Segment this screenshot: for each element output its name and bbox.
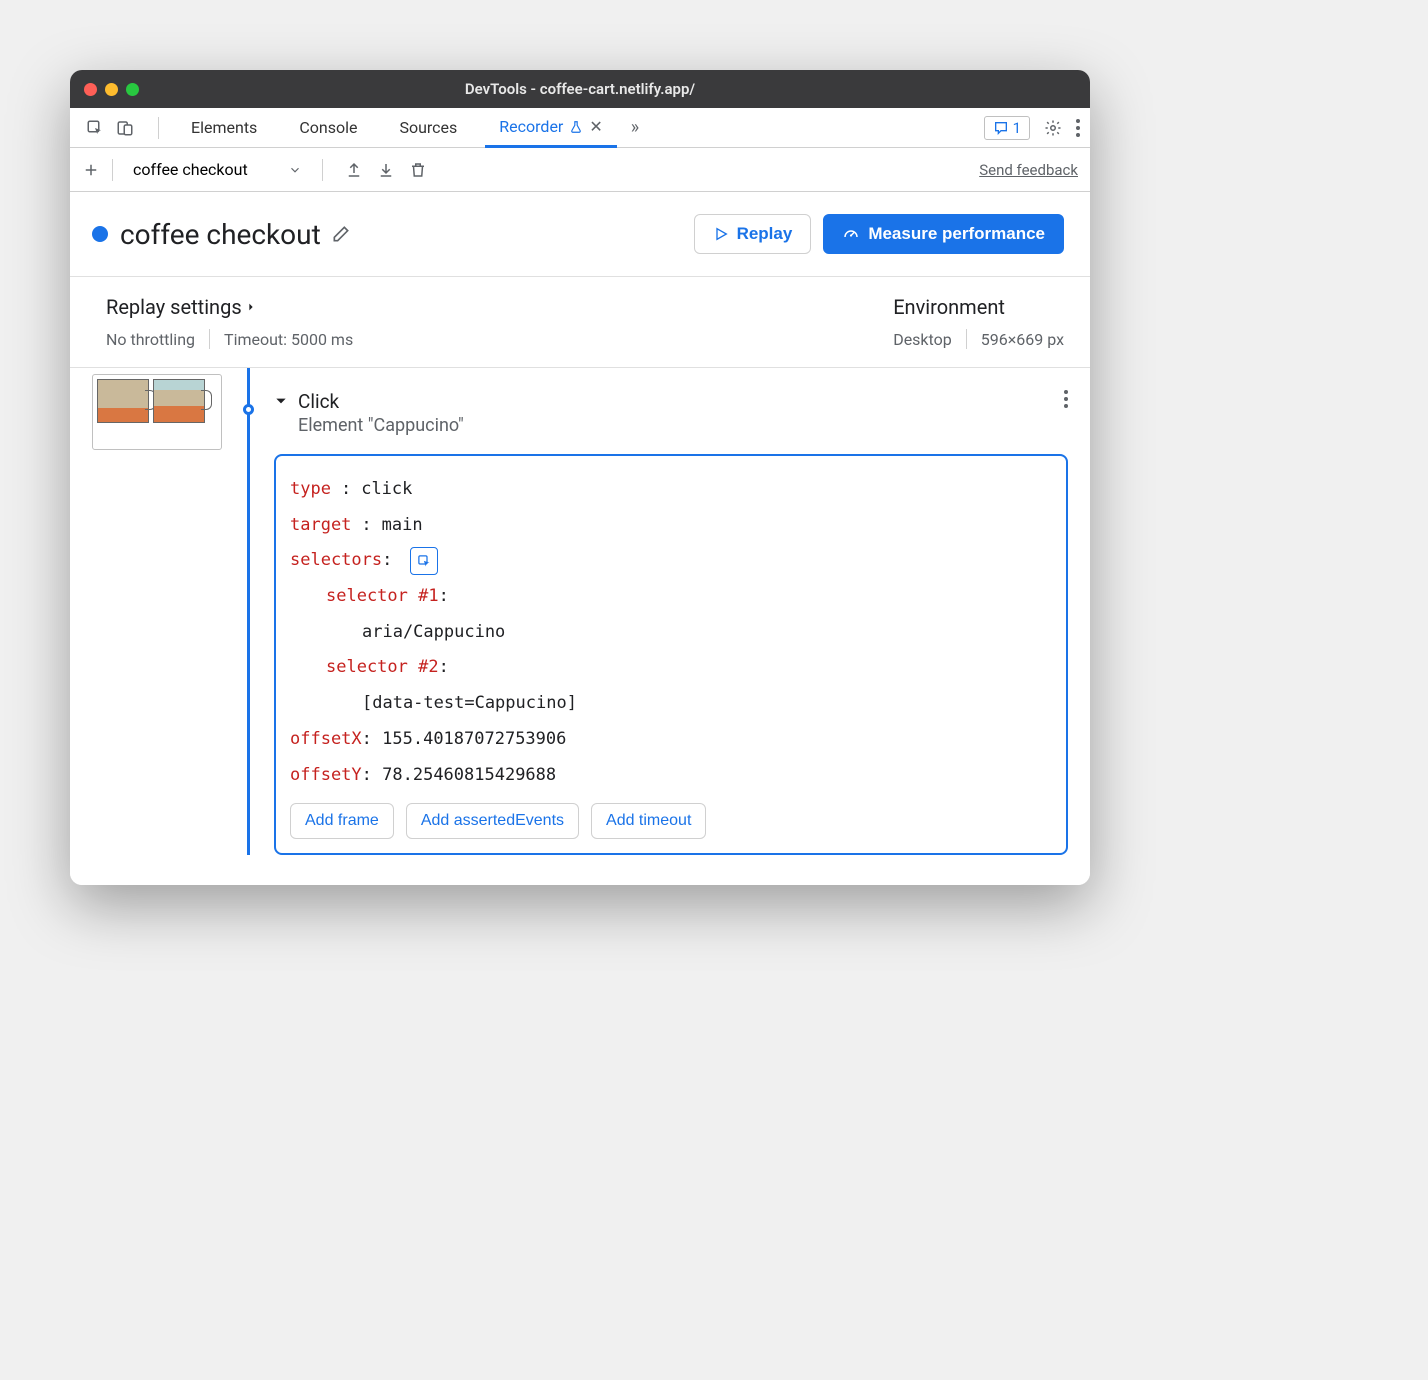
- code-key-target: target: [290, 508, 351, 544]
- gauge-icon: [842, 225, 860, 243]
- recording-indicator: [92, 226, 108, 242]
- code-key-selectors: selectors: [290, 550, 382, 570]
- code-key-offsety: offsetY: [290, 765, 362, 785]
- code-val-offsetx[interactable]: 155.40187072753906: [382, 729, 566, 749]
- step-subtitle: Element "Cappucino": [298, 415, 464, 436]
- more-tabs-icon[interactable]: »: [631, 117, 639, 138]
- code-key-offsetx: offsetX: [290, 729, 362, 749]
- step-details: type: click target: main selectors: sele…: [274, 454, 1068, 855]
- device-toolbar-icon[interactable]: [116, 119, 134, 137]
- device-value: Desktop: [893, 330, 952, 349]
- devtools-window: DevTools - coffee-cart.netlify.app/ Elem…: [70, 70, 1090, 885]
- close-window-button[interactable]: [84, 83, 97, 96]
- code-selector2-value[interactable]: [data-test=Cappucino]: [290, 686, 1052, 722]
- recording-select[interactable]: coffee checkout: [125, 156, 310, 183]
- steps-area: Click Element "Cappucino" type: click ta…: [70, 368, 1090, 885]
- replay-button-label: Replay: [737, 224, 793, 244]
- recording-title: coffee checkout: [120, 218, 321, 251]
- timeline-node[interactable]: [243, 404, 254, 415]
- maximize-window-button[interactable]: [126, 83, 139, 96]
- step-title: Click: [298, 390, 464, 413]
- add-frame-button[interactable]: Add frame: [290, 803, 394, 839]
- code-selector2-label: selector #2: [326, 657, 439, 677]
- gear-icon[interactable]: [1044, 119, 1062, 137]
- environment-label: Environment: [893, 295, 1064, 319]
- step-menu-icon[interactable]: [1064, 390, 1068, 408]
- chevron-right-icon: [246, 300, 256, 314]
- devtools-tabbar: Elements Console Sources Recorder ✕ » 1: [70, 108, 1090, 148]
- delete-icon[interactable]: [409, 161, 427, 179]
- replay-button[interactable]: Replay: [694, 214, 812, 254]
- throttling-value[interactable]: No throttling: [106, 330, 195, 349]
- titlebar: DevTools - coffee-cart.netlify.app/: [70, 70, 1090, 108]
- tab-console[interactable]: Console: [285, 108, 371, 148]
- chevron-down-icon: [288, 163, 302, 177]
- tab-recorder-label: Recorder: [499, 117, 563, 136]
- tab-elements[interactable]: Elements: [177, 108, 271, 148]
- window-title: DevTools - coffee-cart.netlify.app/: [70, 80, 1090, 98]
- dimensions-value: 596×669 px: [981, 330, 1064, 349]
- timeout-value[interactable]: Timeout: 5000 ms: [224, 330, 353, 349]
- issues-icon: [993, 120, 1009, 136]
- measure-performance-button[interactable]: Measure performance: [823, 214, 1064, 254]
- measure-button-label: Measure performance: [868, 224, 1045, 244]
- timeline: [232, 368, 264, 855]
- code-val-target[interactable]: main: [382, 508, 423, 544]
- tab-recorder[interactable]: Recorder ✕: [485, 108, 616, 148]
- replay-settings-label: Replay settings: [106, 295, 242, 319]
- code-selector1-label: selector #1: [326, 586, 439, 606]
- add-timeout-button[interactable]: Add timeout: [591, 803, 706, 839]
- divider: [112, 159, 113, 181]
- add-asserted-events-button[interactable]: Add assertedEvents: [406, 803, 579, 839]
- replay-settings-toggle[interactable]: Replay settings: [106, 295, 353, 319]
- export-icon[interactable]: [345, 161, 363, 179]
- divider: [209, 329, 210, 349]
- close-tab-icon[interactable]: ✕: [589, 117, 602, 136]
- recording-select-value: coffee checkout: [133, 160, 248, 179]
- pick-selector-button[interactable]: [410, 547, 438, 575]
- code-val-type[interactable]: click: [361, 472, 412, 508]
- code-val-offsety[interactable]: 78.25460815429688: [382, 765, 556, 785]
- divider: [322, 159, 323, 181]
- window-controls: [84, 83, 139, 96]
- issues-badge[interactable]: 1: [984, 116, 1030, 140]
- play-icon: [713, 226, 729, 242]
- code-selector1-value[interactable]: aria/Cappucino: [290, 615, 1052, 651]
- tab-sources[interactable]: Sources: [385, 108, 471, 148]
- edit-title-icon[interactable]: [331, 224, 351, 244]
- recording-header: coffee checkout Replay Measure performan…: [70, 192, 1090, 277]
- inspect-element-icon[interactable]: [86, 119, 104, 137]
- send-feedback-link[interactable]: Send feedback: [979, 161, 1078, 179]
- divider: [158, 117, 159, 139]
- collapse-step-icon[interactable]: [274, 394, 288, 408]
- step-thumbnail[interactable]: [92, 374, 222, 450]
- code-key-type: type: [290, 472, 331, 508]
- divider: [966, 329, 967, 349]
- flask-icon: [569, 120, 583, 134]
- settings-row: Replay settings No throttling Timeout: 5…: [70, 277, 1090, 368]
- minimize-window-button[interactable]: [105, 83, 118, 96]
- recorder-toolbar: coffee checkout Send feedback: [70, 148, 1090, 192]
- kebab-menu-icon[interactable]: [1076, 119, 1080, 137]
- issues-count: 1: [1013, 119, 1021, 137]
- import-icon[interactable]: [377, 161, 395, 179]
- add-recording-icon[interactable]: [82, 161, 100, 179]
